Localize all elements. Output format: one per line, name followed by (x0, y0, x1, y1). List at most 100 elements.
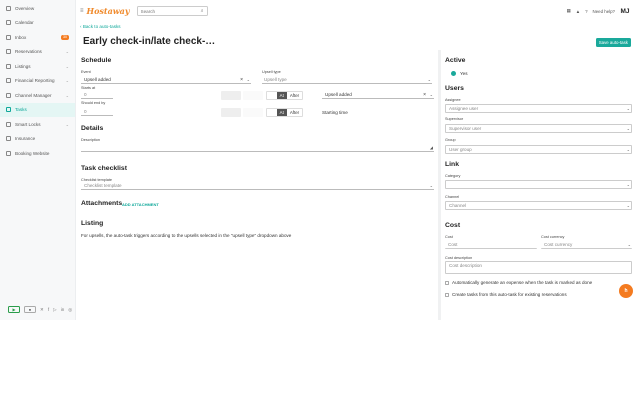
group-label: Group (445, 138, 456, 142)
cost-heading: Cost (445, 222, 461, 229)
starts-at-option[interactable]: At (276, 92, 287, 99)
clear-icon[interactable]: × (423, 92, 426, 98)
starts-unit-button-2[interactable] (243, 91, 263, 100)
page-blank-area (0, 320, 640, 400)
chevron-down-icon: ⌄ (626, 147, 630, 152)
sidebar-item-listings[interactable]: Listings ⌄ (0, 59, 75, 74)
google-play-icon[interactable]: ▶ (8, 306, 20, 313)
help-icon[interactable]: ? (585, 9, 587, 14)
grid-icon[interactable]: ▦ (567, 8, 571, 14)
instagram-icon[interactable]: ◎ (68, 307, 72, 313)
active-yes-radio[interactable] (451, 71, 456, 76)
sidebar-item-calendar[interactable]: Calendar (0, 16, 75, 31)
logo[interactable]: Hostaway (87, 6, 130, 16)
help-link[interactable]: Need help? (593, 9, 615, 14)
chat-support-button[interactable]: h (619, 284, 633, 298)
upsell-type-label: Upsell type (262, 70, 281, 74)
sidebar-item-reservations[interactable]: Reservations ⌄ (0, 45, 75, 60)
checklist-template-select[interactable]: Checklist template ⌄ (81, 182, 434, 190)
back-link[interactable]: ‹ Back to auto-tasks (80, 24, 121, 29)
sidebar: Overview Calendar Inbox 30 Reservations ⌄ … (0, 0, 76, 320)
facebook-icon[interactable]: f (48, 307, 49, 312)
end-unit-button-2[interactable] (243, 108, 263, 117)
listing-heading: Listing (81, 220, 104, 227)
sidebar-item-booking-website[interactable]: Booking Website (0, 146, 75, 161)
channel-select[interactable]: Channel ⌄ (445, 201, 632, 210)
sidebar-item-smart-locks[interactable]: Smart Locks ⌄ (0, 117, 75, 132)
right-panel: Active Yes Users Assignee Assignee user … (441, 50, 633, 320)
upsell-type-select[interactable]: Upsell type ⌄ (262, 76, 432, 84)
supervisor-select[interactable]: Supervisor user ⌄ (445, 124, 632, 133)
youtube-icon[interactable]: ▷ (53, 307, 57, 313)
sidebar-item-channel-manager[interactable]: Channel Manager ⌄ (0, 88, 75, 103)
menu-icon[interactable]: ≡ (80, 8, 84, 14)
linkedin-icon[interactable]: in (61, 307, 65, 312)
chevron-down-icon: ⌄ (65, 121, 69, 127)
description-input[interactable]: ◢ (81, 144, 434, 152)
cost-description-input[interactable]: Cost description (445, 261, 632, 274)
starts-before-option[interactable] (267, 92, 277, 99)
sidebar-item-insurance[interactable]: Insurance (0, 132, 75, 147)
starts-at-after-toggle[interactable]: At After (266, 91, 304, 100)
starts-at-input[interactable]: 0 (81, 91, 113, 99)
search-box[interactable]: ⌕ (136, 6, 208, 16)
sidebar-item-financial-reporting[interactable]: Financial Reporting ⌄ (0, 74, 75, 89)
save-auto-task-button[interactable]: Save auto-task (595, 38, 631, 47)
tasks-icon (6, 107, 11, 113)
assignee-select[interactable]: Assignee user ⌄ (445, 104, 632, 113)
lock-icon (6, 121, 11, 127)
starts-event-select[interactable]: Upsell added × ⌄ (322, 91, 434, 99)
assignee-label: Assignee (445, 98, 461, 102)
chevron-down-icon: ⌄ (246, 77, 250, 82)
starts-after-option[interactable]: After (286, 92, 303, 99)
end-unit-button[interactable] (221, 108, 241, 117)
starts-at-label: Starts at (81, 86, 96, 90)
chevron-down-icon: ⌄ (65, 78, 69, 84)
end-before-option[interactable] (267, 109, 277, 116)
should-end-input[interactable]: 0 (81, 108, 113, 116)
chevron-down-icon: ⌄ (626, 126, 630, 131)
chevron-down-icon: ⌄ (626, 182, 630, 187)
inbox-badge: 30 (61, 34, 69, 40)
link-heading: Link (445, 161, 459, 168)
search-icon[interactable]: ⌕ (201, 8, 204, 14)
channel-icon (6, 92, 11, 98)
starts-unit-button[interactable] (221, 91, 241, 100)
sidebar-item-inbox[interactable]: Inbox 30 (0, 30, 75, 45)
chevron-down-icon: ⌄ (427, 77, 431, 82)
create-tasks-checkbox[interactable] (445, 293, 449, 297)
listings-icon (6, 63, 11, 69)
category-select[interactable]: ⌄ (445, 180, 632, 189)
checklist-heading: Task checklist (81, 165, 127, 172)
home-icon (6, 5, 11, 11)
topbar: ≡ Hostaway ⌕ ▦ ▲ ? Need help? MJ (76, 0, 640, 22)
reservations-icon (6, 49, 11, 55)
should-end-label: Should end by (81, 101, 106, 105)
app-store-icon[interactable]: ● (24, 306, 36, 313)
search-input[interactable] (140, 8, 201, 14)
sidebar-item-tasks[interactable]: Tasks (0, 102, 75, 117)
group-select[interactable]: User group ⌄ (445, 145, 632, 154)
twitter-icon[interactable]: ✕ (40, 307, 44, 313)
end-after-option[interactable]: After (286, 109, 303, 116)
end-at-option[interactable]: At (276, 109, 287, 116)
chevron-down-icon: ⌄ (626, 203, 630, 208)
cost-currency-select[interactable]: Cost currency ⌄ (541, 240, 632, 249)
topbar-right: ▦ ▲ ? Need help? MJ (567, 6, 630, 16)
auto-expense-checkbox[interactable] (445, 281, 449, 285)
add-attachment-link[interactable]: ADD ATTACHMENT (122, 202, 159, 207)
auto-expense-label: Automatically generate an expense when t… (452, 280, 593, 285)
schedule-heading: Schedule (81, 57, 112, 64)
calendar-icon (6, 20, 11, 26)
chart-icon (6, 78, 11, 84)
description-label: Description (81, 138, 100, 142)
event-select[interactable]: Upsell added × ⌄ (81, 76, 251, 84)
sidebar-item-overview[interactable]: Overview (0, 1, 75, 16)
chevron-down-icon: ⌄ (626, 106, 630, 111)
avatar[interactable]: MJ (620, 6, 630, 16)
end-at-after-toggle[interactable]: At After (266, 108, 304, 117)
inbox-icon (6, 34, 11, 40)
clear-icon[interactable]: × (240, 77, 243, 83)
cost-input[interactable]: Cost (445, 240, 537, 249)
bell-icon[interactable]: ▲ (576, 9, 580, 14)
